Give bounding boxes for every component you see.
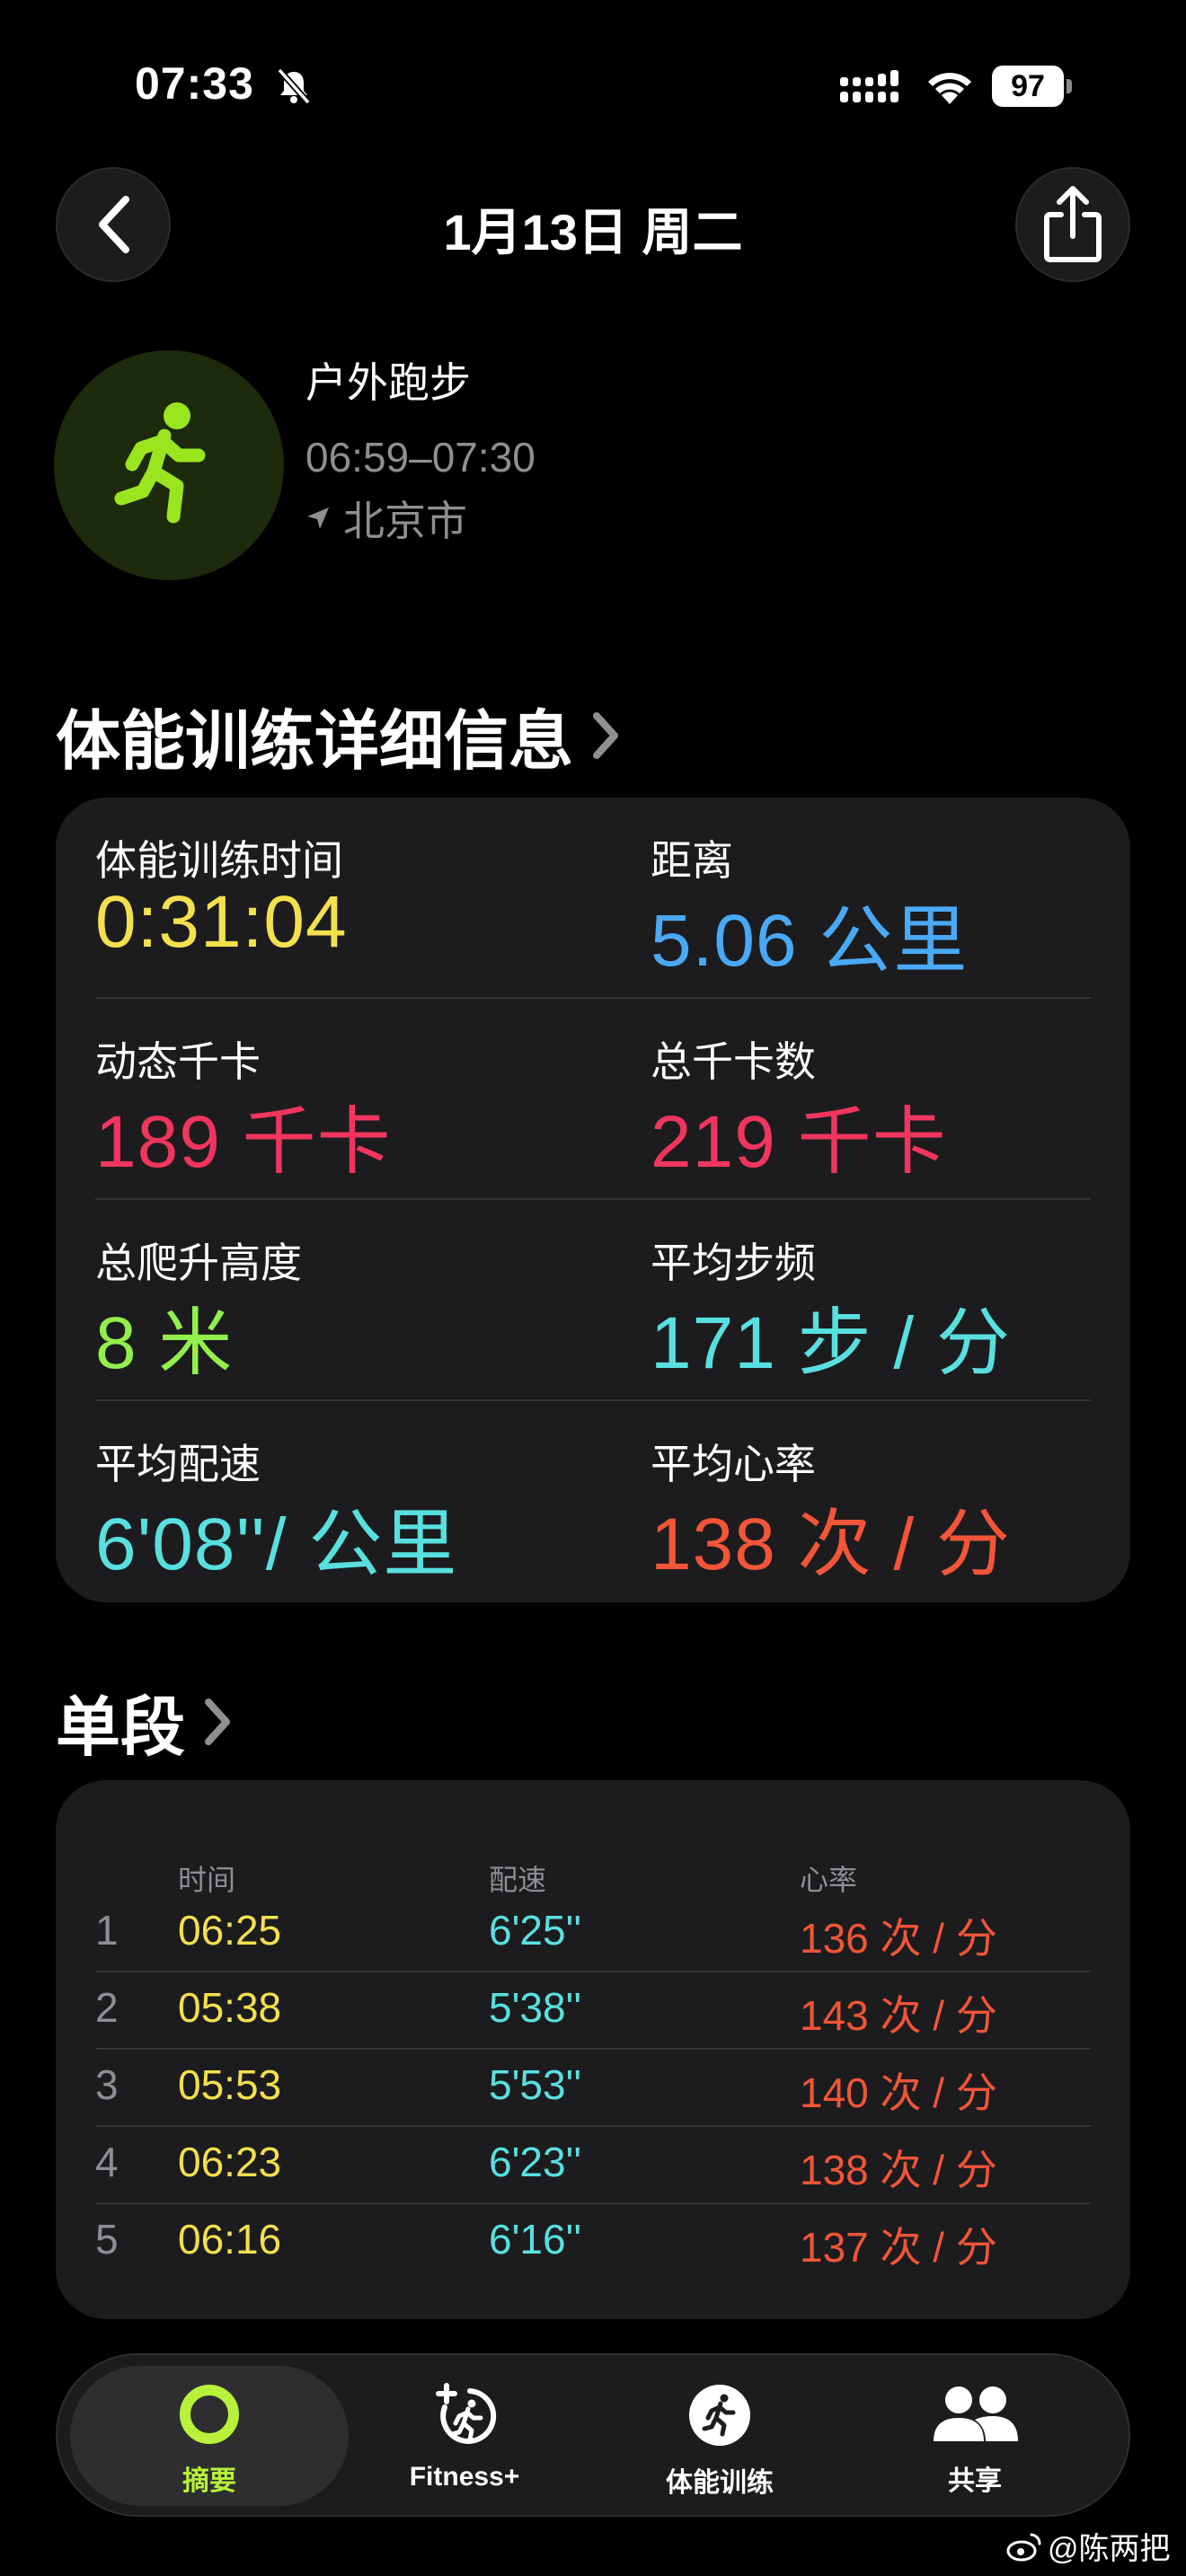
outdoor-run-badge	[54, 350, 284, 580]
workout-runner-icon	[689, 2385, 750, 2446]
metric-label: 平均配速	[95, 1441, 261, 1487]
metric-label: 总爬升高度	[95, 1239, 302, 1286]
split-heart-rate: 136 次 / 分	[800, 1915, 997, 1962]
sharing-people-icon	[934, 2386, 1018, 2441]
location-arrow-icon	[307, 507, 329, 529]
column-header-time: 时间	[178, 1864, 236, 1896]
split-time: 05:38	[178, 1984, 282, 2031]
metric-value: 8 米	[95, 1302, 234, 1384]
metric-label: 总千卡数	[651, 1038, 816, 1085]
split-pace: 6'25''	[489, 1907, 582, 1954]
split-index: 2	[95, 1984, 119, 2031]
tab-summary[interactable]: 摘要	[79, 2382, 340, 2498]
split-heart-rate: 137 次 / 分	[800, 2224, 997, 2271]
tab-sharing[interactable]: 共享	[845, 2382, 1105, 2498]
split-index: 5	[95, 2216, 119, 2263]
tab-label: Fitness+	[409, 2462, 520, 2492]
metric-label: 距离	[651, 837, 733, 884]
metric-value: 5.06 公里	[651, 900, 969, 982]
weibo-logo-icon	[1006, 2533, 1041, 2561]
splits-card: 时间 配速 心率 1 06:25 6'25'' 136 次 / 分 2 05:3…	[56, 1780, 1130, 2319]
details-section-header[interactable]: 体能训练详细信息	[56, 688, 620, 782]
wifi-icon	[928, 73, 971, 104]
workout-type: 户外跑步	[305, 359, 471, 406]
column-header-heart-rate: 心率	[800, 1864, 858, 1896]
tab-workouts[interactable]: 体能训练	[589, 2382, 850, 2500]
page-title: 1月13日 周二	[443, 204, 743, 260]
watermark: @陈两把	[1006, 2524, 1171, 2568]
split-heart-rate: 140 次 / 分	[800, 2069, 997, 2116]
tab-fitness-plus[interactable]: Fitness+	[334, 2382, 595, 2492]
splits-title: 单段	[56, 1692, 186, 1764]
watermark-text: @陈两把	[1048, 2532, 1171, 2566]
share-button[interactable]	[1015, 167, 1130, 282]
workout-time-range: 06:59–07:30	[305, 434, 535, 481]
split-index: 3	[95, 2061, 119, 2108]
metric-value: 0:31:04	[95, 881, 348, 963]
status-time: 07:33	[135, 58, 254, 109]
fitness-plus-icon	[436, 2383, 497, 2444]
workout-location: 北京市	[305, 489, 467, 548]
cellular-signal-icon	[840, 70, 898, 102]
metric-label: 平均步频	[651, 1239, 816, 1286]
battery-level: 97	[992, 66, 1064, 107]
split-pace: 6'23''	[489, 2139, 582, 2185]
split-pace: 5'38''	[489, 1984, 582, 2031]
tab-label: 摘要	[182, 2466, 236, 2496]
split-heart-rate: 138 次 / 分	[800, 2147, 997, 2193]
chevron-right-icon	[205, 1698, 231, 1745]
activity-ring-icon	[180, 2385, 239, 2444]
metric-value: 171 步 / 分	[651, 1302, 1011, 1384]
location-label: 北京市	[343, 498, 467, 544]
metric-label: 动态千卡	[95, 1038, 261, 1085]
split-index: 4	[95, 2139, 119, 2185]
details-card: 体能训练时间 0:31:04 距离 5.06 公里 动态千卡 189 千卡 总千…	[56, 798, 1130, 1602]
tab-label: 共享	[948, 2466, 1002, 2496]
split-heart-rate: 143 次 / 分	[800, 1992, 997, 2039]
chevron-right-icon	[593, 711, 619, 759]
column-header-pace: 配速	[489, 1864, 547, 1896]
split-time: 06:16	[178, 2216, 282, 2263]
split-index: 1	[95, 1907, 119, 1954]
metric-label: 体能训练时间	[95, 837, 343, 884]
battery-indicator: 97	[992, 66, 1073, 107]
split-pace: 6'16''	[489, 2216, 582, 2263]
metric-value: 138 次 / 分	[651, 1504, 1011, 1585]
metric-label: 平均心率	[651, 1441, 816, 1487]
metric-value: 6'08''/ 公里	[95, 1504, 458, 1585]
details-title: 体能训练详细信息	[56, 706, 574, 778]
metric-value: 189 千卡	[95, 1101, 392, 1183]
silent-bell-icon	[277, 67, 311, 105]
metric-value: 219 千卡	[651, 1101, 947, 1183]
runner-icon	[114, 402, 206, 524]
split-time: 05:53	[178, 2061, 282, 2108]
share-icon	[1044, 186, 1102, 262]
split-time: 06:23	[178, 2139, 282, 2185]
tab-label: 体能训练	[666, 2468, 774, 2498]
splits-section-header[interactable]: 单段	[56, 1674, 232, 1769]
split-time: 06:25	[178, 1907, 282, 1954]
split-pace: 5'53''	[489, 2061, 582, 2108]
